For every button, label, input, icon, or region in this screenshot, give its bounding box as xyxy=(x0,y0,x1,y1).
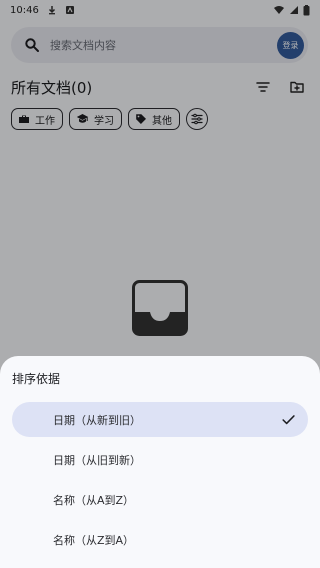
sort-option-name-z-a[interactable]: 名称（从Z到A） xyxy=(12,522,308,557)
sort-option-date-newest[interactable]: 日期（从新到旧） xyxy=(12,402,308,437)
sort-option-label: 日期（从旧到新） xyxy=(53,453,141,467)
sort-option-label: 日期（从新到旧） xyxy=(53,413,141,427)
check-icon xyxy=(282,415,295,425)
sort-option-label: 名称（从A到Z） xyxy=(53,493,135,507)
sort-option-date-oldest[interactable]: 日期（从旧到新） xyxy=(12,442,308,477)
sort-sheet-title: 排序依据 xyxy=(12,372,61,386)
sort-bottom-sheet: 排序依据 日期（从新到旧） 日期（从旧到新） 名称（从A到Z） 名称（从Z到A） xyxy=(0,356,320,568)
app-screen: 10:46 搜索文档内容 登录 所有文档(0) 工作 学习 其他 排序依据 日期… xyxy=(0,0,320,568)
sort-option-name-a-z[interactable]: 名称（从A到Z） xyxy=(12,482,308,517)
sort-option-label: 名称（从Z到A） xyxy=(53,533,135,547)
